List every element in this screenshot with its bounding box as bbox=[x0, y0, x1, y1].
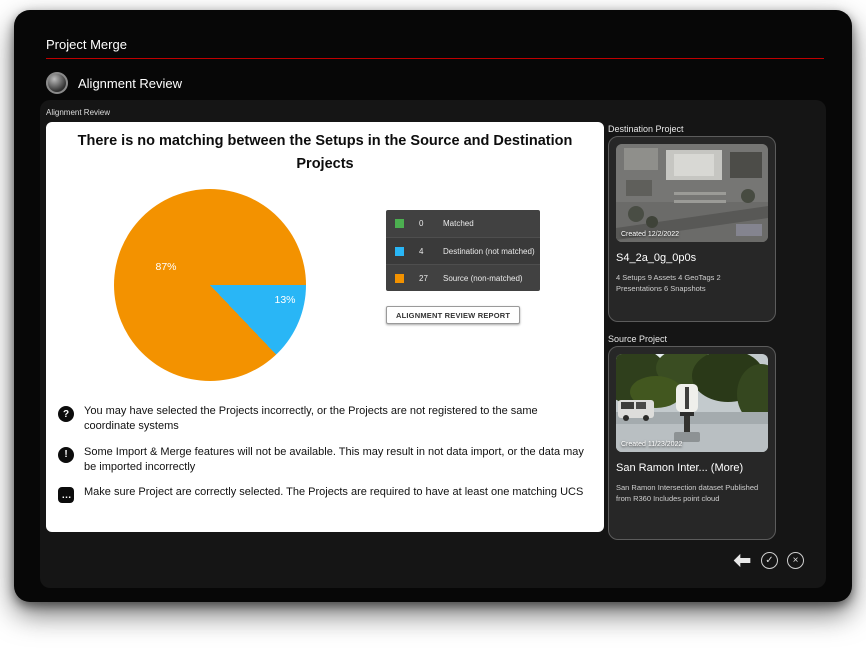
source-created-date: Created 11/23/2022 bbox=[621, 441, 682, 448]
project-merge-window: Project Merge Alignment Review Alignment… bbox=[14, 10, 852, 602]
note-row: ! Some Import & Merge features will not … bbox=[58, 445, 594, 475]
note-text: You may have selected the Projects incor… bbox=[84, 404, 590, 434]
back-arrow-icon bbox=[732, 552, 752, 569]
footer-actions: ✓ × bbox=[732, 552, 804, 569]
close-icon: × bbox=[793, 556, 799, 566]
destination-thumbnail: Created 12/2/2022 bbox=[616, 144, 768, 242]
pie-label-destination: 13% bbox=[265, 294, 305, 306]
destination-created-date: Created 12/2/2022 bbox=[621, 231, 679, 238]
aerial-map-image bbox=[616, 144, 768, 242]
destination-project-label: Destination Project bbox=[608, 124, 684, 134]
check-icon: ✓ bbox=[765, 556, 773, 566]
chart-legend: 0 Matched 4 Destination (not matched) 27… bbox=[386, 210, 540, 291]
legend-swatch-destination bbox=[395, 247, 404, 256]
legend-count: 0 bbox=[419, 219, 443, 228]
note-row: … Make sure Project are correctly select… bbox=[58, 485, 594, 503]
legend-label: Source (non-matched) bbox=[443, 274, 523, 283]
source-project-name: San Ramon Inter... bbox=[616, 462, 708, 474]
legend-swatch-matched bbox=[395, 219, 404, 228]
pie-label-source: 87% bbox=[146, 261, 186, 273]
alignment-result-card: There is no matching between the Setups … bbox=[46, 122, 604, 532]
legend-swatch-source bbox=[395, 274, 404, 283]
source-project-card: Created 11/23/2022 San Ramon Inter... (M… bbox=[608, 346, 776, 540]
note-text: Some Import & Merge features will not be… bbox=[84, 445, 590, 475]
header-divider bbox=[46, 58, 824, 59]
legend-row-source: 27 Source (non-matched) bbox=[386, 264, 540, 291]
more-link[interactable]: (More) bbox=[711, 462, 743, 474]
legend-count: 27 bbox=[419, 274, 443, 283]
content-panel: Alignment Review There is no matching be… bbox=[40, 100, 826, 588]
window-title: Project Merge bbox=[46, 37, 127, 52]
source-thumbnail: Created 11/23/2022 bbox=[616, 354, 768, 452]
legend-label: Matched bbox=[443, 219, 474, 228]
destination-project-title: S4_2a_0g_0p0s bbox=[616, 252, 768, 264]
legend-row-matched: 0 Matched bbox=[386, 210, 540, 237]
alignment-review-icon bbox=[46, 72, 68, 94]
legend-row-destination: 4 Destination (not matched) bbox=[386, 237, 540, 264]
source-project-label: Source Project bbox=[608, 334, 667, 344]
pie-chart bbox=[114, 189, 306, 381]
note-row: ? You may have selected the Projects inc… bbox=[58, 404, 594, 434]
note-text: Make sure Project are correctly selected… bbox=[84, 485, 583, 503]
alignment-review-report-button[interactable]: ALIGNMENT REVIEW REPORT bbox=[386, 306, 520, 324]
source-project-title: San Ramon Inter... (More) bbox=[616, 462, 768, 474]
site-photo-image bbox=[616, 354, 768, 452]
comment-icon: … bbox=[58, 487, 74, 503]
headline: There is no matching between the Setups … bbox=[62, 130, 588, 176]
section-title: Alignment Review bbox=[78, 76, 182, 91]
destination-project-description: 4 Setups 9 Assets 4 GeoTags 2 Presentati… bbox=[616, 272, 768, 295]
exclamation-icon: ! bbox=[58, 447, 74, 463]
question-icon: ? bbox=[58, 406, 74, 422]
panel-label: Alignment Review bbox=[46, 108, 110, 117]
back-button[interactable] bbox=[732, 552, 752, 569]
cancel-button[interactable]: × bbox=[787, 552, 804, 569]
section-header: Alignment Review bbox=[46, 72, 182, 94]
legend-label: Destination (not matched) bbox=[443, 247, 535, 256]
notes-list: ? You may have selected the Projects inc… bbox=[58, 404, 594, 503]
destination-project-card: Created 12/2/2022 S4_2a_0g_0p0s 4 Setups… bbox=[608, 136, 776, 322]
legend-count: 4 bbox=[419, 247, 443, 256]
confirm-button[interactable]: ✓ bbox=[761, 552, 778, 569]
source-project-description: San Ramon Intersection dataset Published… bbox=[616, 482, 768, 505]
